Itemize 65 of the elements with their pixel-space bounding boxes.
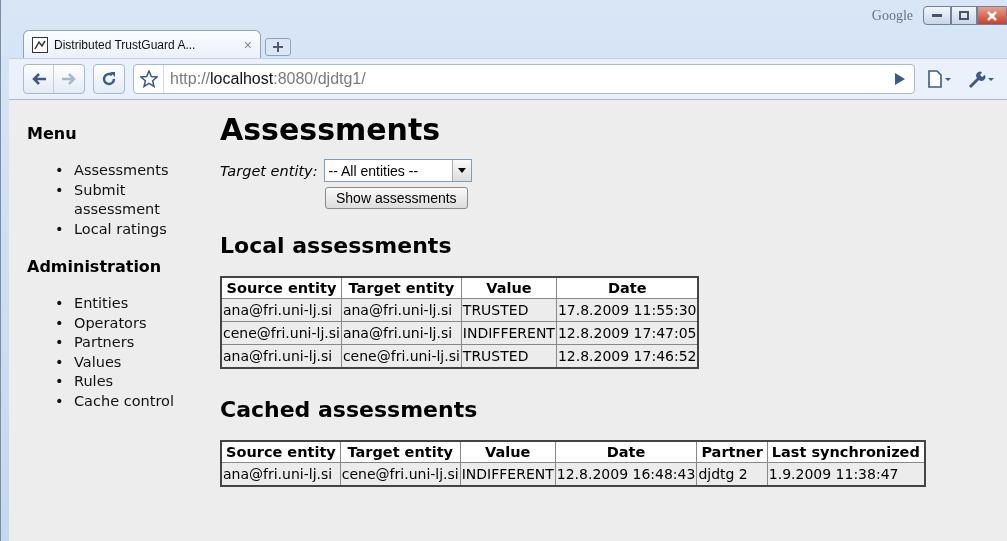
table-cell: 17.8.2009 11:55:30 [556, 298, 699, 322]
sidebar-link[interactable]: Rules [74, 372, 189, 392]
table-cell: ana@fri.uni-lj.si [221, 344, 342, 368]
sidebar-link[interactable]: Values [74, 352, 189, 372]
close-button[interactable] [977, 6, 1007, 25]
sidebar-link[interactable]: Cache control [74, 391, 189, 411]
column-header: Source entity [221, 441, 341, 463]
favicon-icon [32, 36, 48, 53]
bullet: • [55, 180, 65, 200]
dropdown-arrow-icon [457, 168, 466, 173]
page-title: Assessments [220, 112, 442, 147]
close-icon [987, 10, 997, 21]
bullet: • [55, 313, 65, 333]
sidebar-heading: Administration [27, 257, 163, 276]
bullet: • [55, 161, 65, 180]
bullet: • [55, 333, 65, 352]
sidebar-link[interactable]: Local ratings [74, 219, 189, 239]
bullet: • [55, 372, 65, 391]
column-header: Value [461, 277, 557, 299]
table-cell: ana@fri.uni-lj.si [221, 462, 341, 486]
column-header: Partner [696, 441, 768, 463]
entity-select[interactable]: -- All entities -- [323, 159, 472, 182]
filter-label: Target entity: [220, 162, 318, 179]
column-header: Last synchronized [767, 441, 925, 463]
back-arrow-icon [30, 72, 47, 86]
bullet: • [55, 219, 65, 239]
table-cell: ana@fri.uni-lj.si [221, 298, 342, 322]
maximize-icon [959, 11, 969, 20]
minimize-icon [932, 13, 942, 18]
sidebar-link[interactable]: Operators [74, 313, 189, 333]
sidebar-heading: Menu [27, 124, 78, 143]
bullet: • [55, 352, 65, 372]
sidebar-link[interactable]: Entities [74, 294, 189, 314]
table-cell: 12.8.2009 16:48:43 [555, 462, 697, 486]
table-cell: 12.8.2009 17:47:05 [556, 321, 699, 345]
table-cell: ana@fri.uni-lj.si [341, 298, 462, 322]
column-header: Date [556, 277, 699, 299]
table-cell: cene@fri.uni-lj.si [341, 344, 462, 368]
section-heading: Local assessments [220, 233, 453, 258]
bullet: • [55, 391, 65, 411]
show-assessments-button[interactable]: Show assessments [325, 187, 468, 209]
table-cell: cene@fri.uni-lj.si [340, 462, 461, 486]
reload-icon [101, 71, 117, 87]
new-tab-button[interactable] [265, 38, 291, 56]
sidebar-link[interactable]: Submit assessment [74, 180, 189, 220]
sidebar-link[interactable]: Assessments [74, 161, 189, 181]
table-cell: 12.8.2009 17:46:52 [556, 344, 699, 368]
sidebar-link[interactable]: Partners [74, 333, 189, 353]
browser-brand: Google [871, 8, 913, 24]
table-cell: 1.9.2009 11:38:47 [767, 462, 925, 486]
column-header: Target entity [340, 441, 461, 463]
forward-arrow-icon [61, 72, 77, 86]
table-cell: cene@fri.uni-lj.si [221, 321, 342, 345]
column-header: Value [460, 441, 556, 463]
table-cell: ana@fri.uni-lj.si [341, 321, 462, 345]
column-header: Target entity [341, 277, 462, 299]
maximize-button[interactable] [951, 6, 977, 25]
browser-tab[interactable]: Distributed TrustGuard A... × [23, 30, 261, 58]
column-header: Source entity [221, 277, 342, 299]
tab-title: Distributed TrustGuard A... [54, 37, 197, 52]
plus-icon [272, 41, 284, 53]
section-heading: Cached assessments [220, 397, 479, 422]
column-header: Date [555, 441, 697, 463]
minimize-button[interactable] [923, 6, 951, 25]
bullet: • [55, 294, 65, 313]
